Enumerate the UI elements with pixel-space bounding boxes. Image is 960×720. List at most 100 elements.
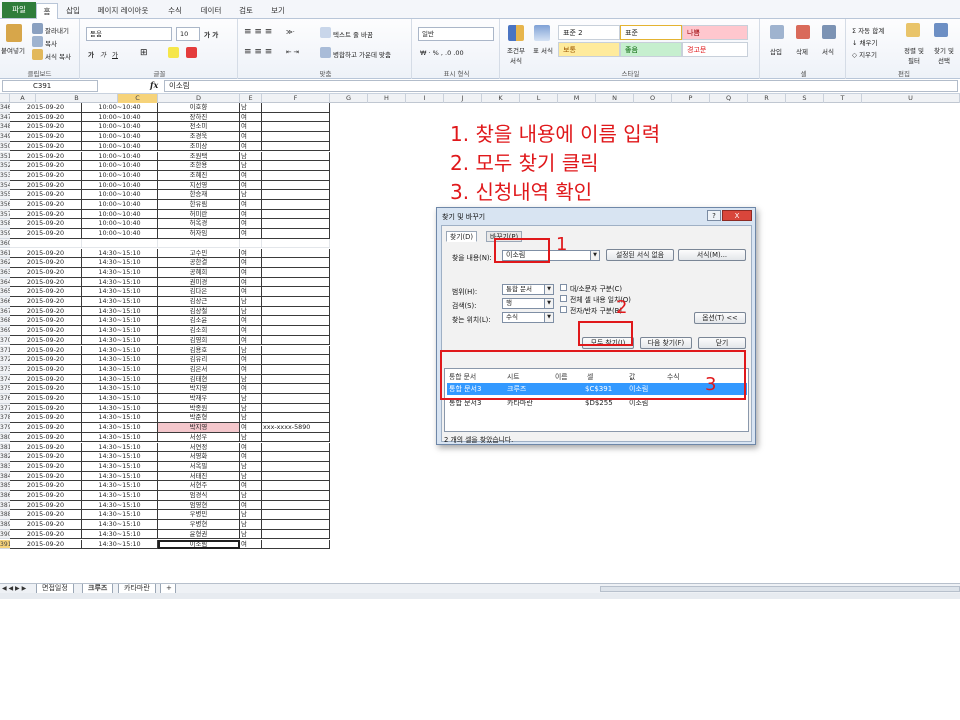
cell-gender[interactable]: 남 bbox=[240, 520, 262, 530]
cell-date[interactable]: 2015-09-20 bbox=[10, 141, 82, 152]
cell-date[interactable]: 2015-09-20 bbox=[10, 520, 82, 530]
cell-phone[interactable] bbox=[262, 345, 330, 356]
cell-name[interactable]: 박지영 bbox=[158, 423, 240, 433]
accounting-icon[interactable]: ₩ · % , .0 .00 bbox=[420, 49, 464, 57]
cell-phone[interactable] bbox=[262, 355, 330, 365]
align-top-icon[interactable]: ≡ ≡ ≡ bbox=[244, 27, 272, 37]
column-header-q[interactable]: Q bbox=[710, 94, 748, 103]
cell-name[interactable]: 박지영 bbox=[158, 384, 240, 394]
cell-date[interactable]: 2015-09-20 bbox=[10, 364, 82, 375]
merge-center-icon[interactable] bbox=[320, 47, 331, 58]
column-header-p[interactable]: P bbox=[672, 94, 710, 103]
cell-gender[interactable]: 여 bbox=[240, 384, 262, 394]
row-header[interactable]: 374 bbox=[0, 374, 10, 385]
row-header[interactable]: 369 bbox=[0, 326, 10, 336]
cell-gender[interactable]: 여 bbox=[240, 442, 262, 453]
indent-icon[interactable]: ⇤ ⇥ bbox=[286, 48, 299, 56]
cell-gender[interactable]: 여 bbox=[240, 316, 262, 327]
cut-icon[interactable] bbox=[32, 23, 43, 34]
number-format-select[interactable]: 일반 bbox=[418, 27, 494, 41]
row-header[interactable]: 358 bbox=[0, 219, 10, 230]
cell-date[interactable]: 2015-09-20 bbox=[10, 442, 82, 453]
find-select-label[interactable]: 찾기 및 선택 bbox=[930, 45, 958, 65]
cell-date[interactable]: 2015-09-20 bbox=[10, 500, 82, 511]
cell-time[interactable]: 10:00~10:40 bbox=[82, 161, 158, 171]
cell-gender[interactable]: 여 bbox=[240, 277, 262, 288]
cell-gender[interactable]: 남 bbox=[240, 161, 262, 171]
cell-date[interactable]: 2015-09-20 bbox=[10, 510, 82, 521]
cell-date[interactable]: 2015-09-20 bbox=[10, 103, 82, 113]
cell-date[interactable]: 2015-09-20 bbox=[10, 190, 82, 200]
match-case-checkbox[interactable] bbox=[560, 284, 567, 291]
cell-gender[interactable]: 남 bbox=[240, 103, 262, 113]
find-next-button[interactable]: 다음 찾기(F) bbox=[640, 337, 692, 349]
cell-gender[interactable]: 남 bbox=[240, 306, 262, 317]
column-header-f[interactable]: F bbox=[262, 94, 330, 103]
row-header[interactable]: 360 bbox=[0, 238, 10, 249]
style-normal2[interactable]: 표준 2 bbox=[558, 25, 620, 40]
format-button[interactable]: 서식(M)... bbox=[678, 249, 746, 261]
cell-gender[interactable]: 남 bbox=[240, 461, 262, 472]
fill-button[interactable]: ↓ 채우기 bbox=[852, 37, 877, 47]
formula-input[interactable]: 이소림 bbox=[164, 80, 958, 92]
cell-date[interactable]: 2015-09-20 bbox=[10, 151, 82, 162]
cell-time[interactable]: 14:30~15:10 bbox=[82, 258, 158, 268]
style-warning[interactable]: 경고문 bbox=[682, 42, 748, 57]
insert-cells-icon[interactable] bbox=[770, 25, 784, 39]
cell-name[interactable]: 우병민 bbox=[158, 510, 240, 521]
cell-gender[interactable]: 남 bbox=[240, 432, 262, 443]
cell-date[interactable]: 2015-09-20 bbox=[10, 180, 82, 191]
cell-time[interactable]: 14:30~15:10 bbox=[82, 316, 158, 327]
cell-date[interactable]: 2015-09-20 bbox=[10, 326, 82, 336]
cell-phone[interactable] bbox=[262, 364, 330, 375]
cell-time[interactable]: 14:30~15:10 bbox=[82, 491, 158, 501]
cell-name[interactable]: 서옥필 bbox=[158, 461, 240, 472]
cell-date[interactable]: 2015-09-20 bbox=[10, 529, 82, 540]
cell-name[interactable]: 김용호 bbox=[158, 345, 240, 356]
delete-cells-label[interactable]: 삭제 bbox=[796, 46, 808, 56]
select-all-corner[interactable] bbox=[0, 94, 10, 103]
cell-gender[interactable]: 여 bbox=[240, 209, 262, 220]
cell-date[interactable]: 2015-09-20 bbox=[10, 306, 82, 317]
row-header[interactable]: 373 bbox=[0, 364, 10, 375]
row-header[interactable]: 387 bbox=[0, 500, 10, 511]
tab-find[interactable]: 찾기(D) bbox=[446, 231, 478, 242]
cell-name[interactable]: 허미란 bbox=[158, 209, 240, 220]
cell-date[interactable]: 2015-09-20 bbox=[10, 112, 82, 123]
cell-phone[interactable] bbox=[262, 539, 330, 550]
cell-phone[interactable] bbox=[262, 258, 330, 268]
style-bad[interactable]: 나쁨 bbox=[682, 25, 748, 40]
cell-phone[interactable] bbox=[262, 520, 330, 530]
cell-time[interactable]: 14:30~15:10 bbox=[82, 287, 158, 297]
cell-name[interactable]: 박준형 bbox=[158, 413, 240, 424]
cell-time[interactable]: 14:30~15:10 bbox=[82, 432, 158, 443]
cell-gender[interactable]: 여 bbox=[240, 364, 262, 375]
format-cells-icon[interactable] bbox=[822, 25, 836, 39]
cell-time[interactable]: 14:30~15:10 bbox=[82, 297, 158, 307]
cell-time[interactable]: 14:30~15:10 bbox=[82, 539, 158, 550]
cell-name[interactable]: 서태진 bbox=[158, 471, 240, 482]
cell-gender[interactable]: 남 bbox=[240, 374, 262, 385]
cell-date[interactable]: 2015-09-20 bbox=[10, 200, 82, 210]
cell-name[interactable]: 김유리 bbox=[158, 355, 240, 365]
cell-phone[interactable] bbox=[262, 452, 330, 462]
cell-name[interactable]: 조혜진 bbox=[158, 170, 240, 181]
cell-phone[interactable] bbox=[262, 151, 330, 162]
row-header[interactable]: 350 bbox=[0, 141, 10, 152]
row-header[interactable]: 384 bbox=[0, 471, 10, 482]
cell-name[interactable]: 전소미 bbox=[158, 122, 240, 133]
cell-name[interactable]: 한유림 bbox=[158, 200, 240, 210]
column-header-b[interactable]: B bbox=[36, 94, 118, 103]
cell-date[interactable]: 2015-09-20 bbox=[10, 258, 82, 268]
cell-name[interactable]: 공한결 bbox=[158, 258, 240, 268]
cell-phone[interactable] bbox=[262, 200, 330, 210]
cell-phone[interactable] bbox=[262, 103, 330, 113]
cell-time[interactable]: 10:00~10:40 bbox=[82, 132, 158, 142]
close-icon[interactable]: X bbox=[722, 210, 752, 221]
cut-label[interactable]: 잘라내기 bbox=[45, 25, 69, 35]
column-header-n[interactable]: N bbox=[596, 94, 634, 103]
cell-gender[interactable]: 남 bbox=[240, 190, 262, 200]
cell-phone[interactable] bbox=[262, 394, 330, 404]
cell-time[interactable]: 14:30~15:10 bbox=[82, 500, 158, 511]
tab-data[interactable]: 데이터 bbox=[194, 3, 228, 19]
